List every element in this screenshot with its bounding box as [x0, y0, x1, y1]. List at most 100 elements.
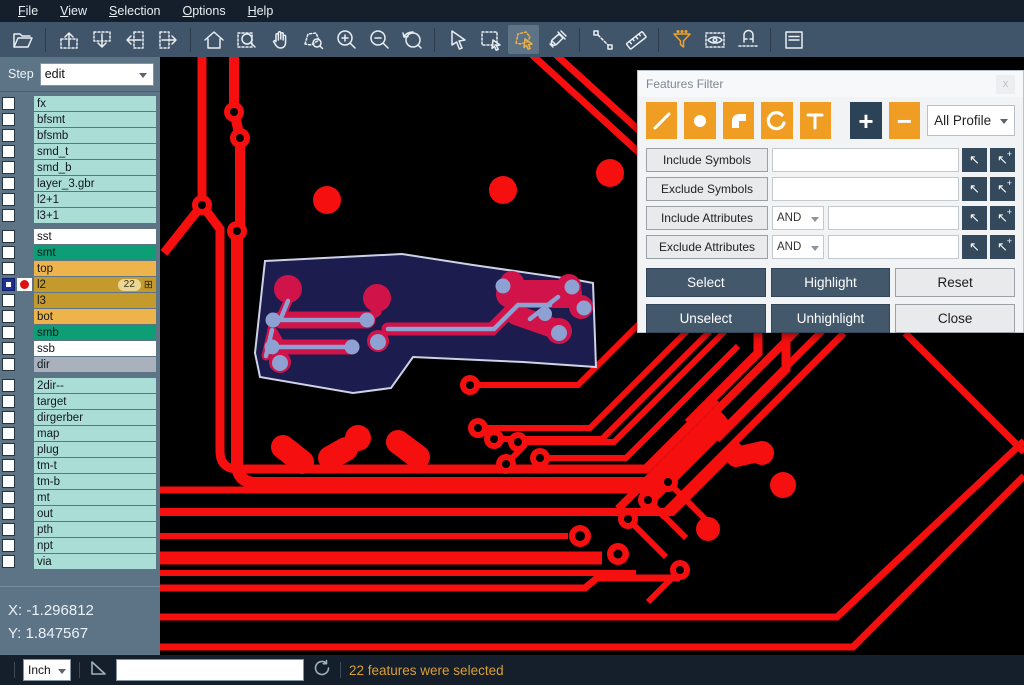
include-attributes-operator-select[interactable]: AND	[772, 206, 824, 230]
menu-options[interactable]: Options	[172, 2, 235, 20]
layer-row-top[interactable]: top	[2, 261, 156, 276]
reset-button[interactable]: Reset	[895, 268, 1015, 297]
layer-row-layer_3.gbr[interactable]: layer_3.gbr	[2, 176, 156, 191]
features-filter-icon[interactable]	[666, 25, 697, 54]
select-rectangle-icon[interactable]	[475, 25, 506, 54]
pick-symbol-button[interactable]: ↖	[962, 177, 987, 201]
layer-display-icon[interactable]	[699, 25, 730, 54]
layer-checkbox[interactable]	[2, 358, 15, 371]
layer-grid-icon[interactable]: ⊞	[144, 278, 153, 292]
layer-name[interactable]: l3	[34, 293, 156, 308]
layer-name[interactable]: dirgerber	[34, 410, 156, 425]
unhighlight-button[interactable]: Unhighlight	[771, 304, 891, 333]
layer-checkbox[interactable]	[2, 177, 15, 190]
layer-name[interactable]: bot	[34, 309, 156, 324]
layer-checkbox[interactable]	[2, 294, 15, 307]
layer-name[interactable]: npt	[34, 538, 156, 553]
zoom-out-icon[interactable]	[363, 25, 394, 54]
layer-row-bot[interactable]: bot	[2, 309, 156, 324]
clear-brush-icon[interactable]	[541, 25, 572, 54]
layer-checkbox[interactable]	[2, 278, 15, 291]
layer-checkbox[interactable]	[2, 326, 15, 339]
layer-checkbox[interactable]	[2, 161, 15, 174]
command-input[interactable]	[116, 659, 304, 681]
layer-checkbox[interactable]	[2, 246, 15, 259]
layer-row-smd_t[interactable]: smd_t	[2, 144, 156, 159]
layer-row-via[interactable]: via	[2, 554, 156, 569]
menu-view[interactable]: View	[50, 2, 97, 20]
layer-checkbox[interactable]	[2, 342, 15, 355]
dialog-titlebar[interactable]: Features Filter x	[638, 71, 1023, 97]
layer-name[interactable]: smd_t	[34, 144, 156, 159]
step-select[interactable]: edit	[40, 63, 154, 86]
layer-row-pth[interactable]: pth	[2, 522, 156, 537]
layer-row-smd_b[interactable]: smd_b	[2, 160, 156, 175]
layer-row-dirgerber[interactable]: dirgerber	[2, 410, 156, 425]
layer-name[interactable]: bfsmt	[34, 112, 156, 127]
layer-checkbox[interactable]	[2, 310, 15, 323]
layer-name[interactable]: tm-b	[34, 474, 156, 489]
layer-row-map[interactable]: map	[2, 426, 156, 441]
layer-checkbox[interactable]	[2, 209, 15, 222]
include-symbols-button[interactable]: Include Symbols	[646, 148, 768, 172]
measure-ruler-icon[interactable]	[620, 25, 651, 54]
layer-name[interactable]: target	[34, 394, 156, 409]
layer-checkbox[interactable]	[2, 411, 15, 424]
layer-checkbox[interactable]	[2, 395, 15, 408]
polarity-negative-button[interactable]: −	[889, 102, 920, 139]
pick-add-symbol-button[interactable]: ↖+	[990, 177, 1015, 201]
filter-surface-button[interactable]	[723, 102, 754, 139]
layer-checkbox[interactable]	[2, 459, 15, 472]
layer-name[interactable]: layer_3.gbr	[34, 176, 156, 191]
pan-hand-icon[interactable]	[264, 25, 295, 54]
layer-checkbox[interactable]	[2, 145, 15, 158]
layer-checkbox[interactable]	[2, 507, 15, 520]
layer-row-tm-b[interactable]: tm-b	[2, 474, 156, 489]
refresh-icon[interactable]	[312, 658, 332, 683]
layer-name[interactable]: pth	[34, 522, 156, 537]
select-pointer-icon[interactable]	[442, 25, 473, 54]
step-down-icon[interactable]	[86, 25, 117, 54]
pick-add-attribute-button[interactable]: ↖+	[990, 206, 1015, 230]
layer-name[interactable]: smt	[34, 245, 156, 260]
unit-select[interactable]: Inch	[23, 659, 71, 681]
layer-name[interactable]: smb	[34, 325, 156, 340]
layer-row-sst[interactable]: sst	[2, 229, 156, 244]
include-attributes-input[interactable]	[828, 206, 959, 230]
layer-row-l2[interactable]: l222⊞	[2, 277, 156, 292]
layer-row-npt[interactable]: npt	[2, 538, 156, 553]
close-button[interactable]: Close	[895, 304, 1015, 333]
home-icon[interactable]	[198, 25, 229, 54]
highlight-button[interactable]: Highlight	[771, 268, 891, 297]
layer-row-l3+1[interactable]: l3+1	[2, 208, 156, 223]
layer-row-l3[interactable]: l3	[2, 293, 156, 308]
unselect-button[interactable]: Unselect	[646, 304, 766, 333]
layer-name[interactable]: mt	[34, 490, 156, 505]
layer-checkbox[interactable]	[2, 555, 15, 568]
select-button[interactable]: Select	[646, 268, 766, 297]
zoom-window-icon[interactable]	[231, 25, 262, 54]
menu-file[interactable]: File	[8, 2, 48, 20]
pick-add-symbol-button[interactable]: ↖+	[990, 148, 1015, 172]
snap-magnet-icon[interactable]	[732, 25, 763, 54]
layer-checkbox[interactable]	[2, 113, 15, 126]
exclude-attributes-operator-select[interactable]: AND	[772, 235, 824, 259]
layer-row-smt[interactable]: smt	[2, 245, 156, 260]
filter-line-button[interactable]	[646, 102, 677, 139]
layer-checkbox[interactable]	[2, 379, 15, 392]
filter-arc-button[interactable]	[761, 102, 792, 139]
zoom-in-icon[interactable]	[330, 25, 361, 54]
layer-row-ssb[interactable]: ssb	[2, 341, 156, 356]
layer-row-2dir--[interactable]: 2dir--	[2, 378, 156, 393]
pick-symbol-button[interactable]: ↖	[962, 148, 987, 172]
menu-selection[interactable]: Selection	[99, 2, 170, 20]
layer-checkbox[interactable]	[2, 475, 15, 488]
close-icon[interactable]: x	[996, 75, 1015, 94]
layer-row-bfsmb[interactable]: bfsmb	[2, 128, 156, 143]
layer-name[interactable]: smd_b	[34, 160, 156, 175]
layer-checkbox[interactable]	[2, 491, 15, 504]
filter-pad-button[interactable]	[684, 102, 715, 139]
exclude-symbols-input[interactable]	[772, 177, 959, 201]
layer-checkbox[interactable]	[2, 129, 15, 142]
angle-measure-icon[interactable]	[88, 658, 108, 683]
